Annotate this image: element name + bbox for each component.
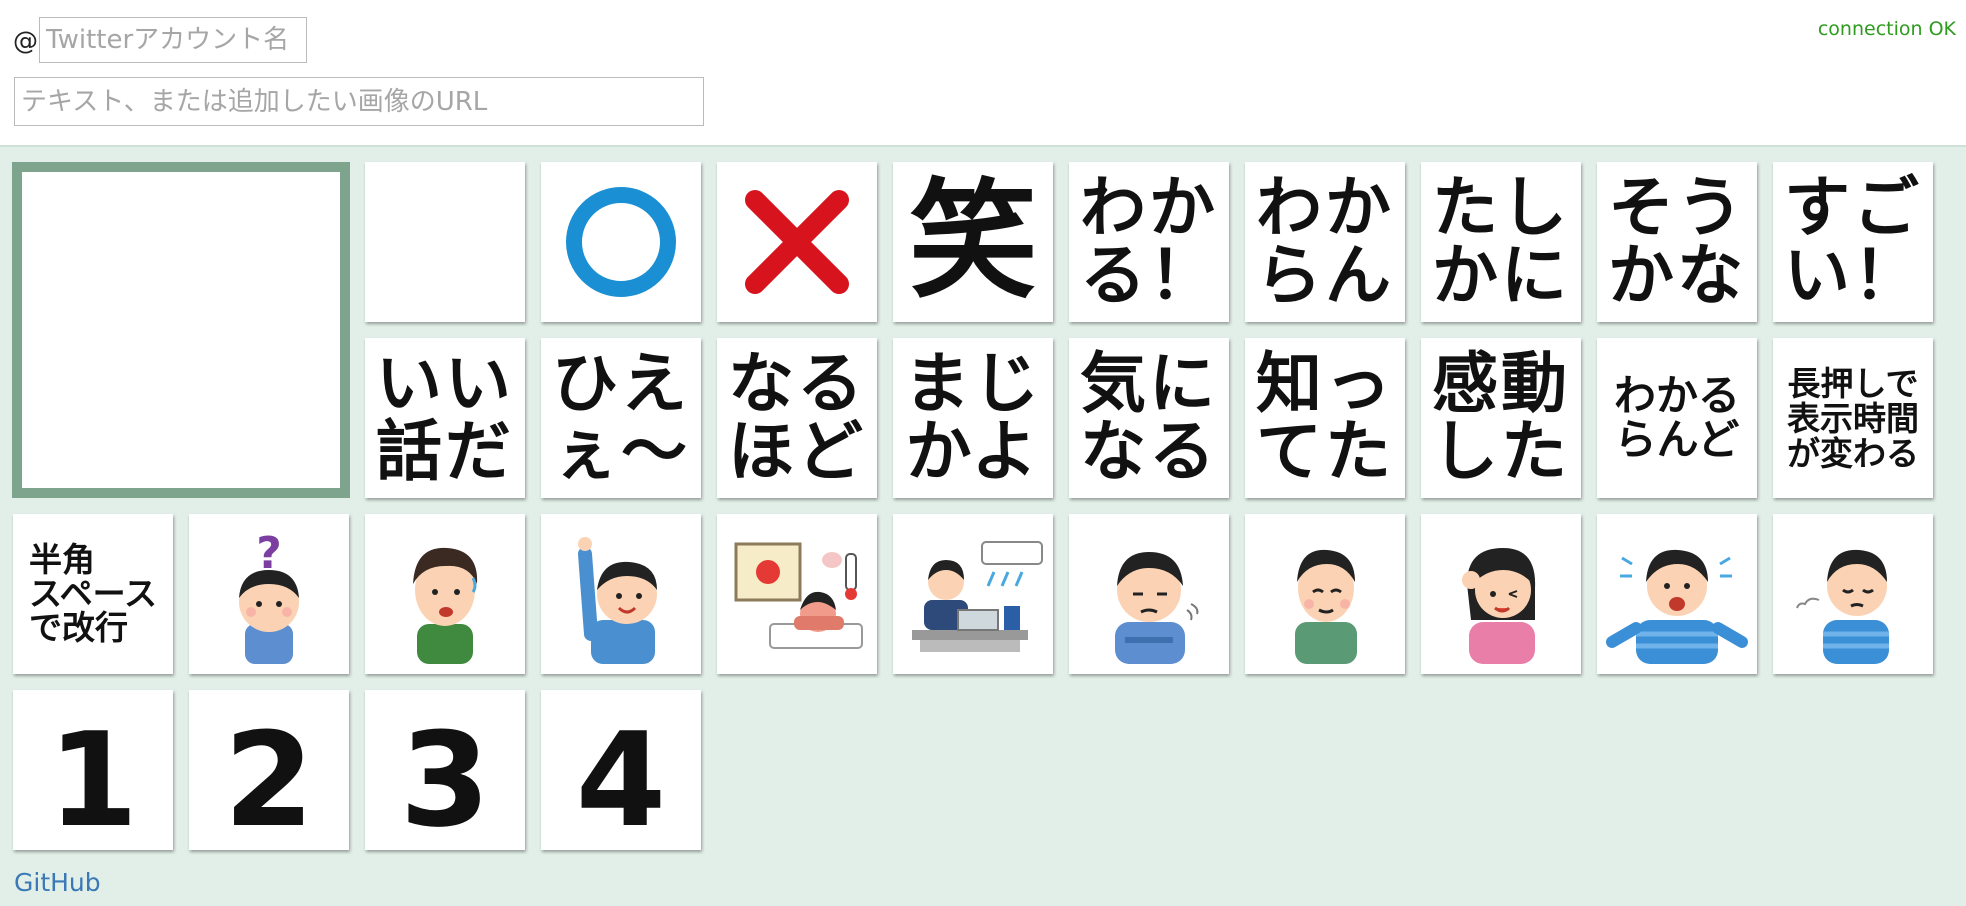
worried-man-tile[interactable]	[365, 514, 525, 674]
cross-tile[interactable]	[717, 162, 877, 322]
cross-mark-icon	[737, 182, 857, 302]
kandoushita-tile[interactable]: 感動 した	[1421, 338, 1581, 498]
circle-tile[interactable]	[541, 162, 701, 322]
number-1-tile[interactable]: 1	[13, 690, 173, 850]
laugh-tile[interactable]: 笑	[893, 162, 1053, 322]
at-symbol: @	[13, 26, 38, 55]
tile-label: 知っ てた	[1256, 345, 1394, 490]
number-4-tile[interactable]: 4	[541, 690, 701, 850]
tile-label: 3	[399, 704, 491, 850]
number-2-tile[interactable]: 2	[189, 690, 349, 850]
soukana-tile[interactable]: そう かな	[1597, 162, 1757, 322]
sugoi-tile[interactable]: すご い！	[1773, 162, 1933, 322]
confused-boy-tile[interactable]: ?	[189, 514, 349, 674]
wakaru-tile[interactable]: わか る！	[1069, 162, 1229, 322]
tile-label: わか らん	[1256, 169, 1394, 314]
tile-label: 半角 スペース で改行	[28, 540, 158, 647]
worried-man-icon	[375, 524, 515, 664]
naruhodo-tile[interactable]: なる ほど	[717, 338, 877, 498]
hie-tile[interactable]: ひえ ぇ〜	[541, 338, 701, 498]
tile-label: 2	[223, 704, 315, 850]
tile-label: そう かな	[1608, 169, 1746, 314]
tile-label: たし かに	[1432, 169, 1570, 314]
long-press-hint-tile[interactable]: 長押しで 表示時間 が変わる	[1773, 338, 1933, 498]
office-aircon-tile[interactable]	[893, 514, 1053, 674]
shocked-man-icon	[1602, 524, 1752, 664]
office-aircon-worker-icon	[898, 524, 1048, 664]
majikayo-tile[interactable]: まじ かよ	[893, 338, 1053, 498]
sighing-man-icon	[1783, 524, 1923, 664]
circle-mark-icon	[561, 182, 681, 302]
tile-label: いい 話だ	[376, 345, 514, 490]
wakaran-tile[interactable]: わか らん	[1245, 162, 1405, 322]
input-header: @ connection OK	[0, 0, 1966, 147]
wakarurando-tile[interactable]: わかる らんど	[1597, 338, 1757, 498]
heatstroke-person-icon	[722, 524, 872, 664]
tile-label: すご い！	[1784, 169, 1922, 314]
space-newline-hint-tile[interactable]: 半角 スペース で改行	[13, 514, 173, 674]
tile-label: わかる らんど	[1613, 371, 1740, 464]
embarrassed-woman-tile[interactable]	[1421, 514, 1581, 674]
tile-label: 長押しで 表示時間 が変わる	[1787, 363, 1919, 473]
shocked-man-tile[interactable]	[1597, 514, 1757, 674]
tashikani-tile[interactable]: たし かに	[1421, 162, 1581, 322]
text-or-image-url-input[interactable]	[14, 77, 704, 126]
github-link[interactable]: GitHub	[14, 868, 101, 897]
preview-panel	[12, 162, 350, 498]
twitter-account-input[interactable]	[39, 17, 307, 63]
number-3-tile[interactable]: 3	[365, 690, 525, 850]
blank-tile[interactable]	[365, 162, 525, 322]
relieved-man-tile[interactable]	[1245, 514, 1405, 674]
confused-boy-icon: ?	[199, 524, 339, 664]
sighing-man-tile[interactable]	[1773, 514, 1933, 674]
tile-label: 1	[47, 704, 139, 850]
connection-status: connection OK	[1817, 18, 1956, 40]
shitteta-tile[interactable]: 知っ てた	[1245, 338, 1405, 498]
troubled-man-icon	[1079, 524, 1219, 664]
tile-label: 感動 した	[1432, 345, 1570, 490]
embarrassed-woman-icon	[1431, 524, 1571, 664]
tile-label: ひえ ぇ〜	[552, 345, 690, 490]
tile-label: 4	[575, 704, 667, 850]
tile-label: なる ほど	[728, 345, 866, 490]
kininaru-tile[interactable]: 気に なる	[1069, 338, 1229, 498]
heatstroke-tile[interactable]	[717, 514, 877, 674]
troubled-man-tile[interactable]	[1069, 514, 1229, 674]
tile-label: まじ かよ	[904, 345, 1042, 490]
tile-label: 気に なる	[1080, 345, 1218, 490]
raising-hand-man-tile[interactable]	[541, 514, 701, 674]
raising-hand-man-icon	[551, 524, 691, 664]
tile-label: 笑	[908, 167, 1037, 316]
tile-label: わか る！	[1080, 169, 1218, 314]
iihanashida-tile[interactable]: いい 話だ	[365, 338, 525, 498]
relieved-man-icon	[1255, 524, 1395, 664]
